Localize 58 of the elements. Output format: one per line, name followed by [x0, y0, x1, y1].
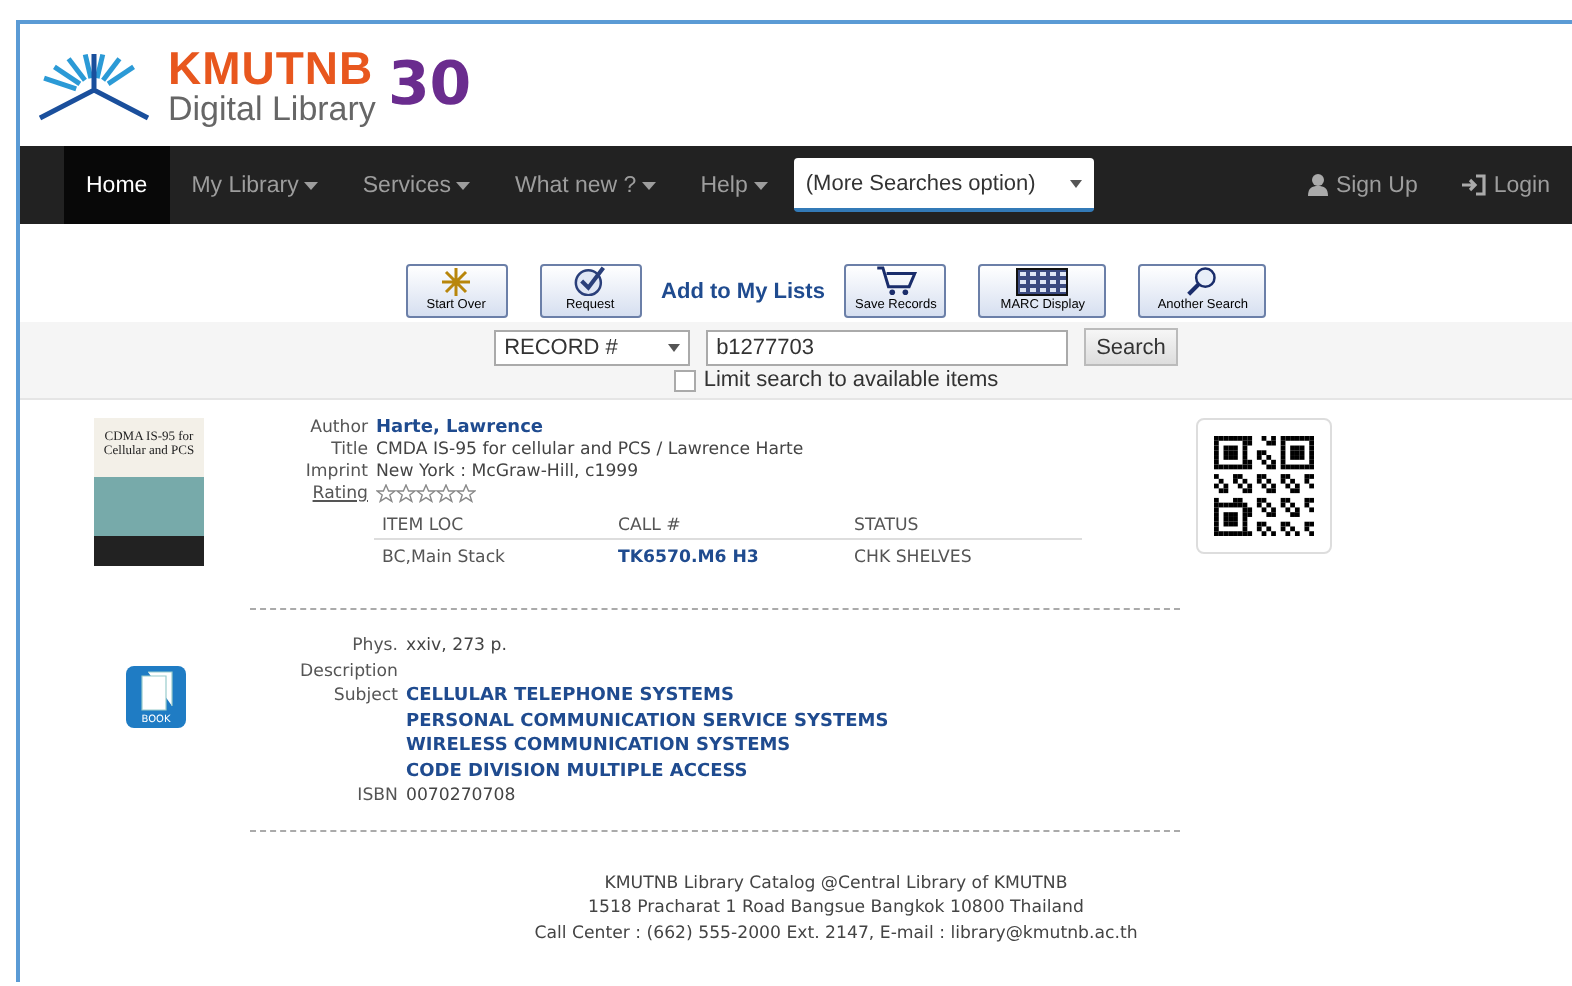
login-icon: [1461, 174, 1486, 196]
subject-link[interactable]: PERSONAL COMMUNICATION SERVICE SYSTEMS: [406, 709, 889, 734]
field-value: xxiv, 273 p.: [406, 634, 509, 659]
field-label: Author: [308, 418, 368, 438]
nav-item[interactable]: Services: [340, 146, 493, 224]
subject-link[interactable]: CODE DIVISION MULTIPLE ACCESS: [406, 759, 889, 784]
dropdown-arrow-icon: [1069, 179, 1082, 187]
field-label: Title: [329, 440, 368, 460]
footer-text: 1518 Pracharat 1 Road Bangsue Bangkok 10800 Thailand: [586, 896, 1086, 921]
table-cell: CHK SHELVES: [846, 539, 1082, 576]
grid-icon: [1016, 268, 1069, 296]
footer-text: Call Center : (662) 555-2000 Ext. 2147, E-mail : library@kmutnb.ac.th: [532, 921, 1140, 946]
column-header: ITEM LOC: [374, 516, 610, 539]
star-icon[interactable]: [456, 484, 476, 504]
star-icon[interactable]: [376, 484, 396, 504]
column-header: CALL #: [610, 516, 846, 539]
anniversary-number: 30: [387, 48, 474, 124]
field-label: Phys.: [350, 634, 398, 659]
search-icon: [1184, 266, 1221, 296]
qr-code: [1214, 436, 1314, 536]
nav-item[interactable]: Help: [678, 146, 790, 224]
search-button[interactable]: Search: [1084, 328, 1178, 366]
field-label: Description: [298, 659, 398, 684]
field-label: Imprint: [303, 462, 368, 482]
logo-name: KMUTNB: [168, 45, 376, 91]
rating-link[interactable]: Rating: [248, 484, 368, 504]
star-icon[interactable]: [396, 484, 416, 504]
star-icon[interactable]: [436, 484, 456, 504]
field-value[interactable]: Harte, Lawrence: [376, 418, 1082, 438]
field-value: 0070270708: [406, 784, 518, 809]
checkmark-icon: [570, 266, 611, 296]
logo-subtitle: Digital Library: [168, 91, 376, 125]
login-link[interactable]: Login: [1439, 146, 1572, 224]
limit-checkbox[interactable]: [673, 369, 696, 391]
field-label: Subject: [331, 684, 398, 710]
sparkle-icon: [442, 268, 471, 296]
user-icon: [1307, 174, 1328, 196]
add-to-lists-link[interactable]: Add to My Lists: [661, 279, 825, 303]
limit-label: Limit search to available items: [703, 368, 999, 392]
field-label: ISBN: [355, 784, 398, 809]
search-input[interactable]: b1277703: [706, 329, 1069, 365]
nav-item[interactable]: Home: [64, 146, 170, 224]
star-icon[interactable]: [416, 484, 436, 504]
dropdown-arrow-icon: [668, 343, 681, 351]
column-header: STATUS: [846, 516, 1082, 539]
nav-item[interactable]: My Library: [169, 146, 341, 224]
field-value: CMDA IS-95 for cellular and PCS / Lawrence Harte: [376, 440, 806, 460]
field-value: New York : McGraw-Hill, c1999: [376, 462, 641, 482]
footer-text: KMUTNB Library Catalog @Central Library of KMUTNB: [602, 871, 1070, 896]
cart-icon: [873, 266, 918, 296]
signup-link[interactable]: Sign Up: [1285, 146, 1440, 224]
table-cell[interactable]: TK6570.M6 H3: [610, 539, 846, 576]
subject-link[interactable]: CELLULAR TELEPHONE SYSTEMS: [406, 684, 889, 709]
subject-link[interactable]: WIRELESS COMMUNICATION SYSTEMS: [406, 734, 889, 759]
search-field-select[interactable]: RECORD #: [494, 329, 691, 365]
nav-item[interactable]: What new ?: [492, 146, 679, 224]
search-option-select[interactable]: (More Searches option): [793, 158, 1094, 212]
table-cell: BC,Main Stack: [374, 539, 610, 576]
